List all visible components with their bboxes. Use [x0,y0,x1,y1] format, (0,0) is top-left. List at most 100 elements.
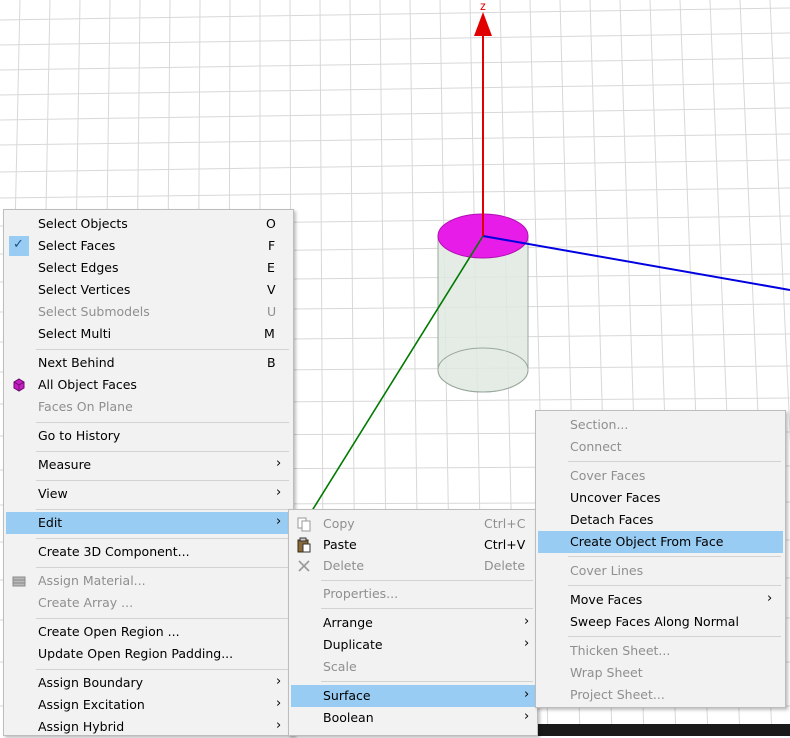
chevron-right-icon: › [524,709,530,724]
menu-item-shortcut: B [267,355,276,370]
material-icon [11,573,27,589]
menu-item-assign-excitation[interactable]: Assign Excitation › [6,694,291,716]
menu-item-create-array: Create Array ... [6,592,291,614]
chevron-right-icon: › [276,674,282,689]
menu-item-edit[interactable]: Edit › [6,512,291,534]
menu-item-label: Create 3D Component... [38,544,190,559]
cube-icon [11,377,27,393]
menu-separator [36,349,289,350]
menu-item-uncover-faces[interactable]: Uncover Faces [538,487,783,509]
menu-item-label: Delete [323,558,365,573]
menu-item-shortcut: U [267,304,277,319]
menu-item-thicken-sheet: Thicken Sheet... [538,640,783,662]
context-menu: Select Objects O ✓ Select Faces F Select… [3,209,294,736]
menu-item-label: Cover Lines [570,563,644,578]
menu-item-copy: Copy Ctrl+C [291,513,535,535]
menu-item-update-open-region-padding[interactable]: Update Open Region Padding... [6,643,291,665]
menu-item-measure[interactable]: Measure › [6,454,291,476]
menu-item-label: Create Array ... [38,595,134,610]
menu-item-select-edges[interactable]: Select Edges E [6,257,291,279]
chevron-right-icon: › [524,614,530,629]
chevron-right-icon: › [276,514,282,529]
edit-submenu: Copy Ctrl+C Paste Ctrl+V Delete Delete P… [288,509,538,736]
menu-item-connect: Connect [538,436,783,458]
menu-item-create-3d-component[interactable]: Create 3D Component... [6,541,291,563]
menu-item-scale: Scale [291,656,535,678]
menu-item-wrap-sheet: Wrap Sheet [538,662,783,684]
menu-item-cover-faces: Cover Faces [538,465,783,487]
chevron-right-icon: › [276,456,282,471]
menu-item-label: Uncover Faces [570,490,661,505]
menu-item-shortcut: M [264,326,275,341]
menu-item-label: Select Vertices [38,282,131,297]
paste-icon [296,537,312,553]
menu-item-project-sheet: Project Sheet... [538,684,783,706]
menu-item-select-submodels: Select Submodels U [6,301,291,323]
menu-item-shortcut: F [268,238,276,253]
menu-item-assign-hybrid[interactable]: Assign Hybrid › [6,716,291,738]
menu-item-surface[interactable]: Surface › [291,685,535,707]
menu-separator [568,461,781,462]
menu-item-boolean[interactable]: Boolean › [291,707,535,729]
menu-item-label: Assign Excitation [38,697,145,712]
menu-item-arrange[interactable]: Arrange › [291,612,535,634]
menu-separator [568,556,781,557]
menu-item-sweep-faces-along-normal[interactable]: Sweep Faces Along Normal [538,611,783,633]
menu-item-create-open-region[interactable]: Create Open Region ... [6,621,291,643]
menu-separator [321,681,533,682]
menu-item-next-behind[interactable]: Next Behind B [6,352,291,374]
menu-item-move-faces[interactable]: Move Faces › [538,589,783,611]
menu-item-shortcut: Ctrl+V [484,537,526,552]
menu-separator [36,480,289,481]
menu-item-label: Faces On Plane [38,399,133,414]
menu-item-paste[interactable]: Paste Ctrl+V [291,534,535,556]
menu-item-label: Assign Hybrid [38,719,125,734]
menu-item-label: All Object Faces [38,377,137,392]
menu-item-shortcut: E [267,260,275,275]
chevron-right-icon: › [767,591,773,606]
menu-item-assign-boundary[interactable]: Assign Boundary › [6,672,291,694]
menu-item-label: Select Submodels [38,304,150,319]
menu-item-shortcut: V [267,282,276,297]
menu-item-go-to-history[interactable]: Go to History [6,425,291,447]
chevron-right-icon: › [524,687,530,702]
menu-item-assign-material: Assign Material... [6,570,291,592]
menu-item-label: Select Faces [38,238,116,253]
menu-separator [36,538,289,539]
menu-separator [36,451,289,452]
menu-item-select-faces[interactable]: ✓ Select Faces F [6,235,291,257]
menu-item-cover-lines: Cover Lines [538,560,783,582]
menu-item-select-vertices[interactable]: Select Vertices V [6,279,291,301]
menu-item-label: Thicken Sheet... [570,643,671,658]
menu-item-label: Duplicate [323,637,383,652]
menu-item-select-objects[interactable]: Select Objects O [6,213,291,235]
chevron-right-icon: › [276,696,282,711]
menu-item-all-object-faces[interactable]: All Object Faces [6,374,291,396]
menu-item-create-object-from-face[interactable]: Create Object From Face [538,531,783,553]
menu-item-label: Scale [323,659,357,674]
menu-item-label: Measure [38,457,92,472]
menu-item-label: Connect [570,439,622,454]
menu-item-label: Section... [570,417,629,432]
menu-separator [321,608,533,609]
menu-item-label: Detach Faces [570,512,654,527]
menu-item-select-multi[interactable]: Select Multi M [6,323,291,345]
menu-item-view[interactable]: View › [6,483,291,505]
menu-item-delete: Delete Delete [291,555,535,577]
menu-item-duplicate[interactable]: Duplicate › [291,634,535,656]
menu-item-label: Next Behind [38,355,115,370]
chevron-right-icon: › [276,718,282,733]
menu-item-label: Properties... [323,586,399,601]
menu-item-detach-faces[interactable]: Detach Faces [538,509,783,531]
menu-item-label: Create Object From Face [570,534,724,549]
menu-item-label: Sweep Faces Along Normal [570,614,739,629]
menu-item-label: Wrap Sheet [570,665,643,680]
z-axis-label: z [480,0,486,13]
menu-separator [36,618,289,619]
menu-item-label: Go to History [38,428,121,443]
menu-item-faces-on-plane: Faces On Plane [6,396,291,418]
menu-separator [36,509,289,510]
menu-separator [36,567,289,568]
chevron-right-icon: › [524,636,530,651]
menu-separator [321,580,533,581]
